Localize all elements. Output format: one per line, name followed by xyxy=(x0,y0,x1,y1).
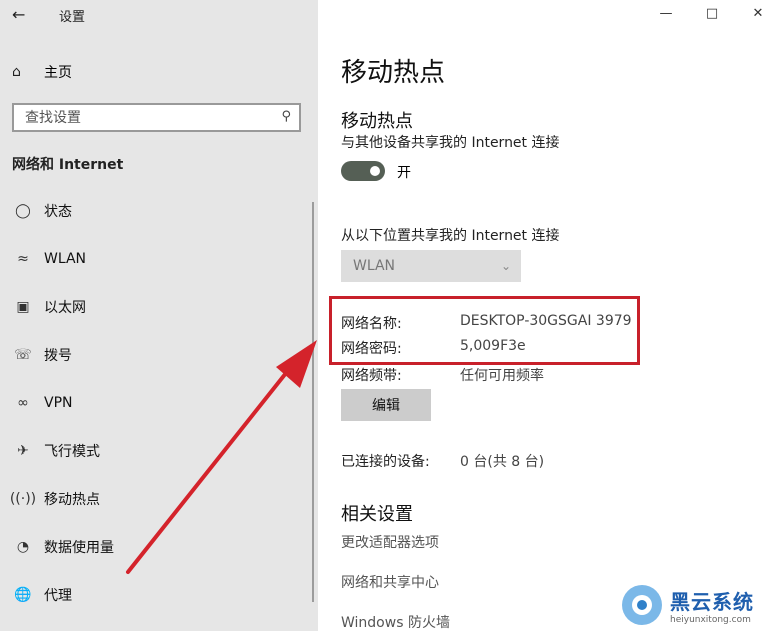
back-arrow-icon[interactable]: ← xyxy=(12,5,32,25)
section-title: 网络和 Internet xyxy=(12,157,124,173)
watermark-text: 黑云系统 xyxy=(670,589,754,614)
toggle-knob xyxy=(370,166,380,176)
watermark-logo-icon xyxy=(622,585,662,625)
sidebar-item-label: VPN xyxy=(44,395,73,411)
main-panel: — □ ✕ 移动热点 移动热点 与其他设备共享我的 Internet 连接 开 … xyxy=(318,0,781,631)
network-band-row: 网络频带: 任何可用频率 xyxy=(341,365,544,385)
sidebar-item-wlan[interactable]: ≈ WLAN xyxy=(0,239,318,279)
network-band-label: 网络频带: xyxy=(341,368,402,384)
sidebar-item-label: 拨号 xyxy=(44,348,72,364)
sidebar-item-ethernet[interactable]: ▣ 以太网 xyxy=(0,287,318,327)
link-adapter-options[interactable]: 更改适配器选项 xyxy=(341,532,439,552)
dropdown-value: WLAN xyxy=(353,258,396,274)
data-usage-icon: ◔ xyxy=(16,539,30,555)
highlight-box xyxy=(329,296,640,365)
sidebar-item-label: 移动热点 xyxy=(44,492,100,508)
wifi-icon: ≈ xyxy=(17,251,29,267)
chevron-down-icon: ⌄ xyxy=(500,259,512,273)
link-sharing-center[interactable]: 网络和共享中心 xyxy=(341,572,439,592)
hotspot-toggle[interactable] xyxy=(341,161,385,181)
sidebar: ← 设置 ⌂ 主页 ⚲ 网络和 Internet ◯ 状态 ≈ WLAN ▣ 以… xyxy=(0,0,318,631)
search-input[interactable] xyxy=(14,105,264,130)
vpn-icon: ∞ xyxy=(17,395,29,411)
search-box[interactable]: ⚲ xyxy=(12,103,301,132)
link-windows-firewall[interactable]: Windows 防火墙 xyxy=(341,612,450,631)
globe-icon: ◯ xyxy=(15,203,31,219)
dialup-icon: ☏ xyxy=(14,347,32,363)
related-settings-heading: 相关设置 xyxy=(341,504,413,525)
hotspot-icon: ((·)) xyxy=(9,491,37,507)
minimize-icon[interactable]: — xyxy=(643,0,689,28)
sidebar-item-data-usage[interactable]: ◔ 数据使用量 xyxy=(0,527,318,567)
sidebar-item-dialup[interactable]: ☏ 拨号 xyxy=(0,335,318,375)
search-icon[interactable]: ⚲ xyxy=(281,109,291,124)
connected-devices-label: 已连接的设备: xyxy=(341,454,430,470)
watermark-url: heiyunxitong.com xyxy=(670,614,751,625)
hotspot-heading: 移动热点 xyxy=(341,111,413,132)
share-description: 与其他设备共享我的 Internet 连接 xyxy=(341,135,560,151)
sidebar-item-home[interactable]: ⌂ 主页 xyxy=(12,60,72,84)
share-from-dropdown[interactable]: WLAN ⌄ xyxy=(341,250,521,282)
sidebar-item-hotspot[interactable]: ((·)) 移动热点 xyxy=(0,479,318,519)
sidebar-item-label: 数据使用量 xyxy=(44,540,114,556)
sidebar-item-label: 以太网 xyxy=(44,300,86,316)
sidebar-item-vpn[interactable]: ∞ VPN xyxy=(0,383,318,423)
home-label: 主页 xyxy=(44,65,72,81)
sidebar-item-label: 状态 xyxy=(44,204,72,220)
sidebar-scrollbar[interactable] xyxy=(312,202,314,602)
airplane-icon: ✈ xyxy=(17,443,29,459)
sidebar-item-label: 代理 xyxy=(44,588,72,604)
window-controls: — □ ✕ xyxy=(643,0,781,28)
sidebar-item-label: WLAN xyxy=(44,251,87,267)
edit-button[interactable]: 编辑 xyxy=(341,389,431,421)
connected-devices-value: 0 台(共 8 台) xyxy=(460,454,545,470)
network-band-value: 任何可用频率 xyxy=(460,368,544,384)
proxy-globe-icon: 🌐 xyxy=(14,587,32,603)
connected-devices-row: 已连接的设备: 0 台(共 8 台) xyxy=(341,451,544,471)
sidebar-item-airplane[interactable]: ✈ 飞行模式 xyxy=(0,431,318,471)
maximize-icon[interactable]: □ xyxy=(689,0,735,28)
close-icon[interactable]: ✕ xyxy=(735,0,781,28)
app-title: 设置 xyxy=(59,10,86,25)
sidebar-item-label: 飞行模式 xyxy=(44,444,100,460)
home-icon: ⌂ xyxy=(12,64,21,80)
share-from-label: 从以下位置共享我的 Internet 连接 xyxy=(341,228,560,244)
sidebar-item-proxy[interactable]: 🌐 代理 xyxy=(0,575,318,615)
ethernet-icon: ▣ xyxy=(16,299,30,315)
page-title: 移动热点 xyxy=(341,58,446,88)
watermark: 黑云系统 heiyunxitong.com xyxy=(622,579,772,631)
toggle-state-label: 开 xyxy=(397,165,411,181)
sidebar-item-status[interactable]: ◯ 状态 xyxy=(0,191,318,231)
